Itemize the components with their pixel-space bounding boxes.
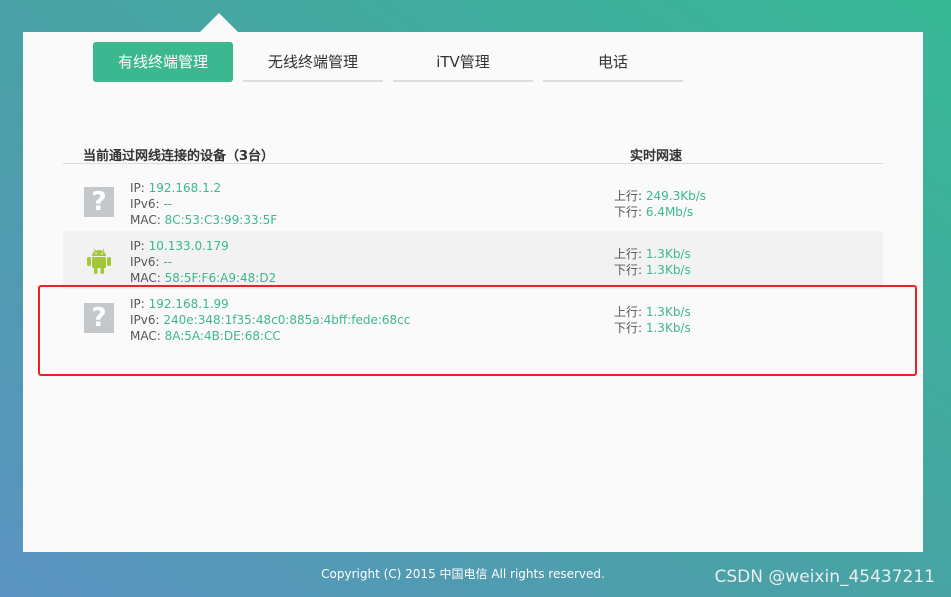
ipv6-value: -- [163, 255, 173, 269]
speed-header: 实时网速 [630, 149, 683, 164]
ipv6-label: IPv6: [130, 197, 164, 211]
device-header: 当前通过网线连接的设备（3台） [83, 149, 275, 164]
android-icon [87, 248, 111, 274]
tab-phone[interactable]: 电话 [543, 42, 683, 82]
ip-label: IP: [130, 181, 149, 195]
up-label: 上行: [614, 189, 646, 203]
panel-notch [200, 13, 238, 32]
mac-label: MAC: [130, 271, 165, 285]
ip-label: IP: [130, 239, 149, 253]
ip-value: 10.133.0.179 [148, 239, 229, 253]
ipv6-label: IPv6: [130, 255, 164, 269]
ipv6-value: -- [163, 197, 173, 211]
mac-value: 58:5F:F6:A9:48:D2 [164, 271, 277, 285]
down-speed: 1.3Kb/s [645, 263, 691, 277]
up-label: 上行: [614, 247, 646, 261]
tab-wireless[interactable]: 无线终端管理 [243, 42, 383, 82]
down-label: 下行: [614, 205, 646, 219]
mac-value: 8C:53:C3:99:33:5F [164, 213, 278, 227]
highlight-box [38, 285, 917, 376]
mac-label: MAC: [130, 213, 165, 227]
up-speed: 249.3Kb/s [645, 189, 706, 203]
up-speed: 1.3Kb/s [645, 247, 691, 261]
watermark: CSDN @weixin_45437211 [714, 567, 935, 587]
ip-value: 192.168.1.2 [148, 181, 222, 195]
device-row: ? IP: 192.168.1.2 IPv6: -- MAC: 8C:53:C3… [63, 173, 883, 231]
device-row: IP: 10.133.0.179 IPv6: -- MAC: 58:5F:F6:… [63, 231, 883, 289]
down-speed: 6.4Mb/s [645, 205, 694, 219]
header-divider [63, 163, 883, 164]
down-label: 下行: [614, 263, 646, 277]
tab-itv[interactable]: iTV管理 [393, 42, 533, 82]
unknown-device-icon: ? [84, 187, 114, 217]
tab-wired[interactable]: 有线终端管理 [93, 42, 233, 82]
